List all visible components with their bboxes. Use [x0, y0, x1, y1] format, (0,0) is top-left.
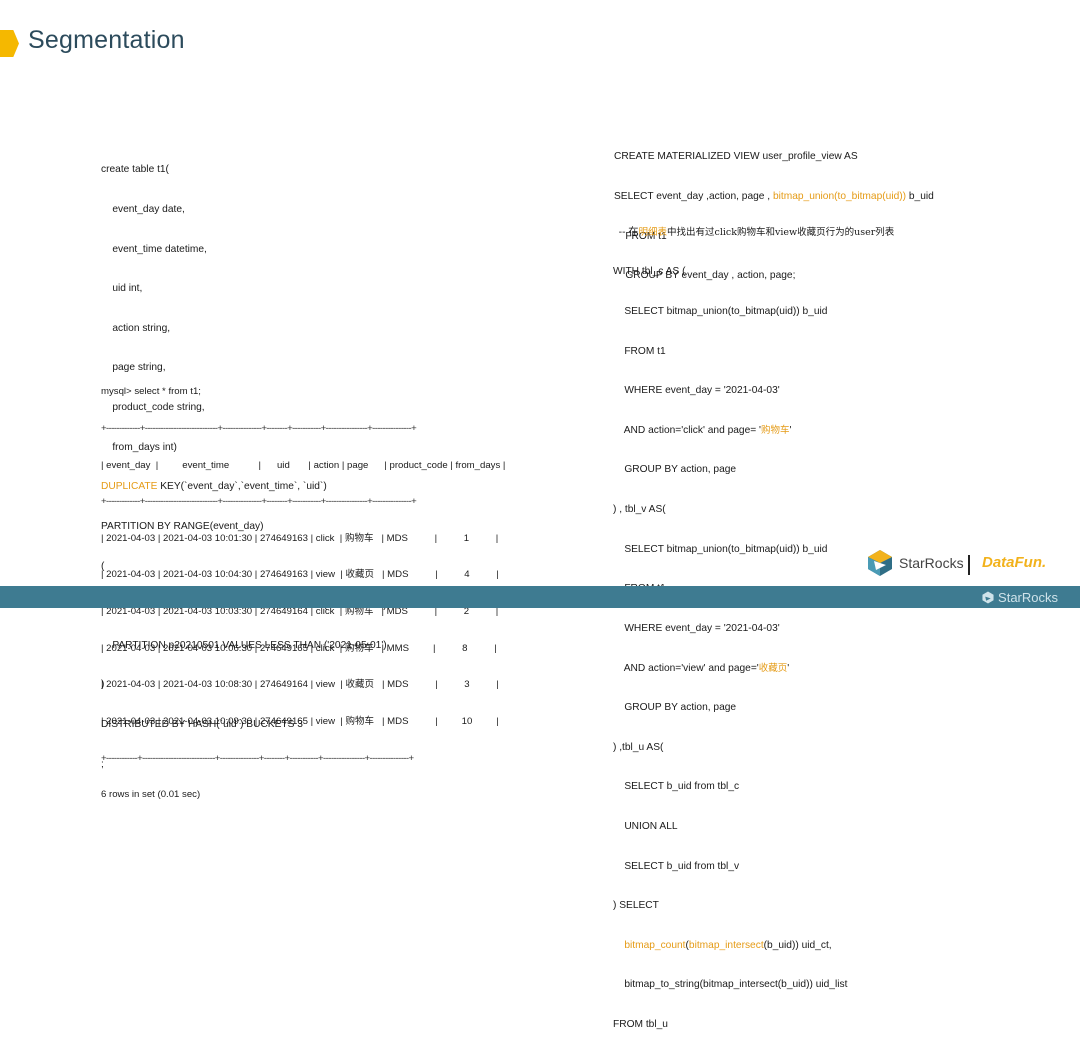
starrocks-logo-icon: [868, 550, 892, 576]
create-table-line: create table t1(: [101, 164, 169, 176]
cte-line: UNION ALL: [613, 820, 678, 832]
cte-line: WITH tbl_c AS (: [613, 266, 686, 278]
cte-line: bitmap_to_string(bitmap_intersect(b_uid)…: [613, 979, 848, 991]
cte-line: FROM tbl_u: [613, 1018, 668, 1030]
query-line: mysql> select * from t1;: [101, 386, 201, 398]
table-row: | 2021-04-03 | 2021-04-03 10:09:30 | 274…: [101, 715, 499, 727]
detail-table-highlight: 明细表: [638, 227, 667, 239]
cte-line: AND action='view' and page='收藏页': [613, 662, 790, 674]
table-row: | 2021-04-03 | 2021-04-03 10:01:30 | 274…: [101, 532, 499, 544]
cte-line: ) SELECT: [613, 900, 659, 912]
datafun-logo: DataFun.: [982, 554, 1047, 571]
starrocks-name: StarRocks: [899, 555, 964, 571]
footer-bar: [0, 586, 1080, 608]
table-row: | 2021-04-03 | 2021-04-03 10:04:30 | 274…: [101, 569, 499, 581]
table-row: | 2021-04-03 | 2021-04-03 10:08:30 | 274…: [101, 679, 499, 691]
bitmap-intersect-highlight: bitmap_intersect: [688, 939, 764, 951]
cte-line: FROM t1: [613, 345, 666, 357]
footer-brand: StarRocks: [982, 590, 1058, 605]
cte-line: AND action='click' and page= '购物车': [613, 424, 792, 436]
cte-line: ) ,tbl_u AS(: [613, 741, 664, 753]
create-table-line: uid int,: [101, 283, 143, 295]
cte-line: ) , tbl_v AS(: [613, 504, 666, 516]
create-table-line: event_time datetime,: [101, 243, 207, 255]
cte-query-block: WITH tbl_c AS ( SELECT bitmap_union(to_b…: [613, 239, 847, 1044]
cte-line: GROUP BY action, page: [613, 702, 737, 714]
logo-separator: [968, 555, 970, 575]
cte-line: SELECT b_uid from tbl_c: [613, 781, 740, 793]
table-border: +------------+--------------------------…: [101, 752, 414, 764]
bitmap-count-highlight: bitmap_count: [624, 939, 686, 951]
create-table-line: event_day date,: [101, 204, 185, 216]
cte-line: WHERE event_day = '2021-04-03': [613, 385, 780, 397]
bitmap-union-highlight: bitmap_union(to_bitmap(uid)): [772, 191, 907, 203]
cte-line: SELECT bitmap_union(to_bitmap(uid)) b_ui…: [613, 306, 828, 318]
starrocks-logo: StarRocks: [867, 549, 964, 577]
table-row: | 2021-04-03 | 2021-04-03 10:06:30 | 274…: [101, 642, 497, 654]
cte-line: SELECT b_uid from tbl_v: [613, 860, 740, 872]
mv-line: SELECT event_day ,action, page , bitmap_…: [614, 191, 934, 203]
result-line: 6 rows in set (0.01 sec): [101, 789, 201, 801]
create-table-line: action string,: [101, 322, 171, 334]
table-border: +-------------+-------------------------…: [101, 496, 417, 508]
cte-line: SELECT bitmap_union(to_bitmap(uid)) b_ui…: [613, 543, 828, 555]
mv-line: CREATE MATERIALIZED VIEW user_profile_vi…: [614, 151, 858, 163]
slide-title: Segmentation: [28, 26, 185, 54]
table-border: +-------------+-------------------------…: [101, 423, 417, 435]
starrocks-footer-icon: [982, 591, 994, 604]
cte-line: bitmap_count(bitmap_intersect(b_uid)) ui…: [624, 939, 832, 951]
cte-line: GROUP BY action, page: [613, 464, 737, 476]
title-accent-bar: [0, 30, 19, 57]
cte-line: WHERE event_day = '2021-04-03': [613, 622, 780, 634]
table-header: | event_day | event_time | uid | action …: [101, 459, 506, 471]
sql-comment: -- 在明细表中找出有过click购物车和view收藏页行为的user列表: [618, 227, 895, 239]
footer-brand-name: StarRocks: [998, 590, 1058, 605]
